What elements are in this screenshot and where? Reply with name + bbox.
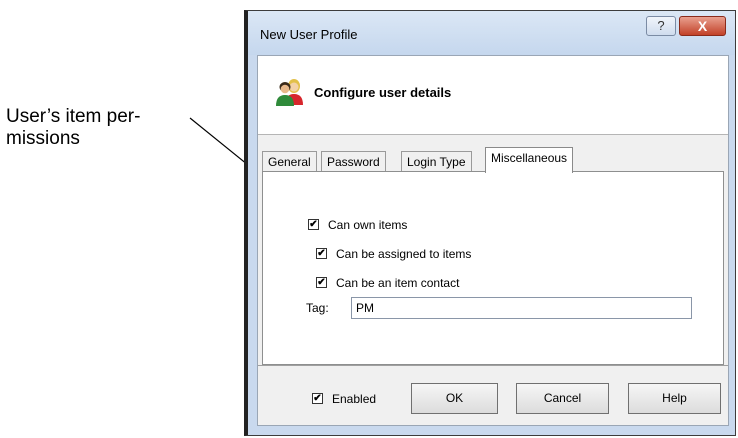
users-icon <box>276 79 303 106</box>
tab-login-type[interactable]: Login Type <box>401 151 472 172</box>
window-title: New User Profile <box>260 27 358 42</box>
checkbox-enabled[interactable]: ✔ <box>312 393 323 404</box>
can-be-contact-label: Can be an item contact <box>336 276 460 290</box>
can-be-assigned-label: Can be assigned to items <box>336 247 472 261</box>
new-user-profile-window: New User Profile ? X Configure user deta… <box>244 10 736 436</box>
close-icon[interactable]: X <box>679 16 726 36</box>
help-icon[interactable]: ? <box>646 16 676 36</box>
checkbox-can-be-assigned[interactable]: ✔ <box>316 248 327 259</box>
tag-input[interactable] <box>351 297 692 319</box>
help-button[interactable]: Help <box>628 383 721 414</box>
tab-strip: General Password Login Type Miscellaneou… <box>262 147 726 173</box>
checkbox-can-be-contact[interactable]: ✔ <box>316 277 327 288</box>
footer-separator <box>258 365 728 366</box>
title-bar[interactable]: New User Profile ? X <box>248 11 735 55</box>
tag-label: Tag: <box>306 301 329 315</box>
tab-password[interactable]: Password <box>321 151 386 172</box>
cancel-button[interactable]: Cancel <box>516 383 609 414</box>
checkbox-can-own-items[interactable]: ✔ <box>308 219 319 230</box>
enabled-label: Enabled <box>332 392 377 406</box>
header-title: Configure user details <box>314 85 452 100</box>
tab-miscellaneous[interactable]: Miscellaneous <box>485 147 574 173</box>
tab-general[interactable]: General <box>262 151 317 172</box>
header-panel: Configure user details <box>258 56 728 135</box>
dialog-client-area: Configure user details General Password … <box>257 55 729 426</box>
ok-button[interactable]: OK <box>411 383 498 414</box>
can-own-items-label: Can own items <box>328 218 408 232</box>
miscellaneous-panel <box>262 171 724 365</box>
